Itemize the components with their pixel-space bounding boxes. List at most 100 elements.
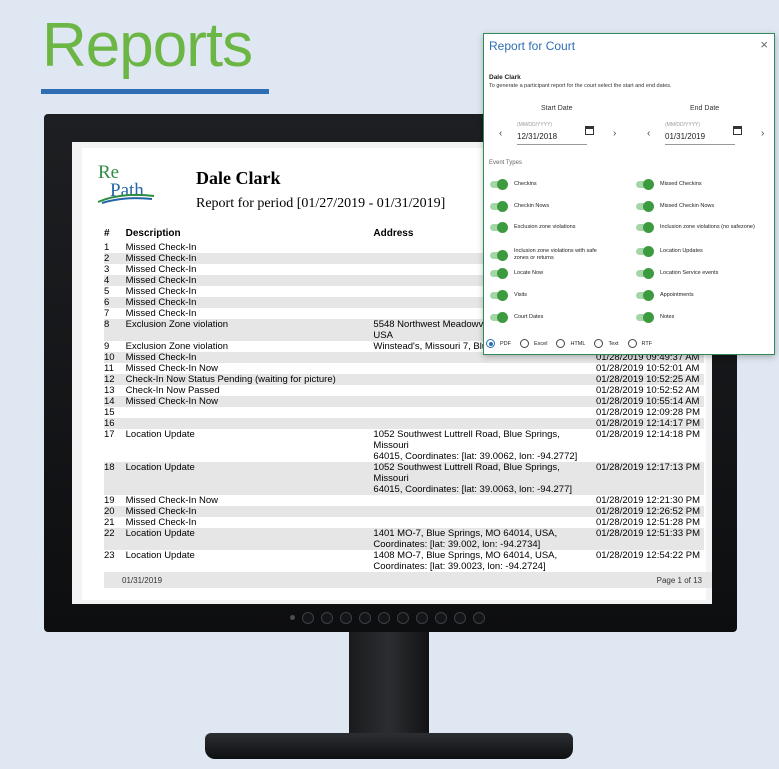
- table-cell-num: 6: [104, 297, 126, 308]
- event-type-toggle-row: Checkin Nows: [490, 201, 610, 212]
- monitor-button: [397, 612, 409, 624]
- table-cell-description: Missed Check-In Now: [125, 396, 374, 407]
- toggle-switch[interactable]: [636, 179, 654, 190]
- table-cell-datetime: 01/28/2019 12:26:52 PM: [595, 506, 704, 517]
- close-icon[interactable]: ×: [760, 37, 768, 52]
- toggle-label: Checkins: [514, 181, 537, 187]
- format-option-html[interactable]: HTML: [556, 339, 585, 348]
- table-cell-description: Location Update: [125, 550, 195, 561]
- table-cell-num: 11: [104, 363, 114, 374]
- end-date-prev-chevron-icon[interactable]: ‹: [647, 128, 650, 139]
- table-row: 12 Check-In Now Status Pending (waiting f…: [104, 374, 704, 385]
- toggle-switch[interactable]: [490, 290, 508, 301]
- table-cell-num: 9: [104, 341, 110, 352]
- event-type-toggle-row: Notes: [636, 312, 766, 323]
- event-type-toggle-row: Court Dates: [490, 312, 610, 323]
- report-participant-name: Dale Clark: [196, 168, 281, 188]
- table-cell-address: [373, 506, 596, 517]
- toggle-switch[interactable]: [636, 201, 654, 212]
- toggle-label: Inclusion zone violations with safe zone…: [514, 248, 597, 261]
- table-cell-datetime: 01/28/2019 10:55:14 AM: [595, 396, 704, 407]
- format-label: PDF: [500, 340, 511, 347]
- toggle-switch[interactable]: [636, 268, 654, 279]
- monitor-button: [435, 612, 447, 624]
- toggle-switch[interactable]: [490, 179, 508, 190]
- table-row: 20 Missed Check-In 01/28/2019 12:26:52 PM: [104, 506, 704, 517]
- event-type-toggle-row: Inclusion zone violations (no safezone): [636, 222, 766, 233]
- table-cell-description: Check-In Now Passed: [125, 385, 220, 396]
- format-label: RTF: [641, 340, 653, 347]
- toggle-switch[interactable]: [490, 268, 508, 279]
- format-radio-group: PDF Excel HTML Text RTF: [486, 339, 652, 348]
- format-option-pdf[interactable]: PDF: [486, 339, 511, 348]
- report-period: Report for period [01/27/2019 - 01/31/20…: [196, 196, 446, 211]
- toggle-switch[interactable]: [490, 312, 508, 323]
- table-cell-datetime: 01/28/2019 12:14:17 PM: [595, 418, 704, 429]
- start-date-prev-chevron-icon[interactable]: ‹: [499, 128, 502, 139]
- table-cell-num: 1: [104, 242, 110, 253]
- table-cell-num: 21: [104, 517, 115, 528]
- toggle-switch[interactable]: [636, 312, 654, 323]
- table-row: 14 Missed Check-In Now 01/28/2019 10:55:14…: [104, 396, 704, 407]
- start-date-input[interactable]: (MM/DD/YYYY) 12/31/2018: [517, 120, 587, 145]
- toggle-switch[interactable]: [490, 222, 508, 233]
- start-calendar-icon[interactable]: [585, 126, 594, 135]
- table-cell-datetime: 01/28/2019 12:09:28 PM: [595, 407, 700, 418]
- toggle-switch[interactable]: [490, 249, 508, 261]
- toggle-label: Visits: [514, 292, 528, 298]
- table-cell-num: 17: [104, 429, 115, 440]
- format-option-excel[interactable]: Excel: [520, 339, 547, 348]
- table-cell-description: Missed Check-In: [125, 517, 197, 528]
- radio-button[interactable]: [594, 339, 604, 348]
- footer-date: 01/31/2019: [122, 575, 163, 585]
- event-types-label: Event Types: [489, 160, 522, 166]
- logo-swoosh-icon: [97, 193, 155, 204]
- toggle-switch[interactable]: [636, 290, 654, 301]
- toggle-label: Checkin Nows: [514, 203, 550, 209]
- radio-button[interactable]: [556, 339, 566, 348]
- table-cell-description: Missed Check-In: [125, 253, 374, 264]
- toggle-switch[interactable]: [636, 246, 654, 257]
- footer-page-number: Page 1 of 13: [656, 575, 702, 585]
- table-cell-num: 22: [104, 528, 126, 550]
- table-cell-num: 5: [104, 286, 110, 297]
- table-cell-address: [373, 418, 596, 429]
- radio-button[interactable]: [627, 339, 637, 348]
- radio-button[interactable]: [520, 339, 529, 348]
- dialog-participant-name: Dale Clark: [489, 74, 521, 81]
- radio-button[interactable]: [486, 339, 495, 348]
- end-date-next-chevron-icon[interactable]: ›: [761, 128, 764, 139]
- table-cell-address: 1408 MO-7, Blue Springs, MO 64014, USA, …: [373, 550, 558, 572]
- table-cell-address: [373, 407, 596, 418]
- table-cell-address: 1052 Southwest Luttrell Road, Blue Sprin…: [373, 429, 578, 462]
- power-led-icon: [290, 615, 295, 620]
- toggle-switch[interactable]: [636, 222, 654, 233]
- table-cell-address: [373, 517, 596, 528]
- format-option-text[interactable]: Text: [594, 339, 619, 348]
- toggle-label: Missed Checkins: [660, 181, 702, 187]
- table-row: 15 01/28/2019 12:09:28 PM: [104, 407, 704, 418]
- table-cell-description: Exclusion Zone violation: [125, 319, 374, 341]
- table-cell-num: 10: [104, 352, 126, 363]
- dialog-instructions: To generate a participant report for the…: [489, 83, 672, 89]
- table-cell-address: [373, 374, 596, 385]
- table-row: 17 Location Update 1052 Southwest Luttrell…: [104, 429, 704, 462]
- format-option-rtf[interactable]: RTF: [627, 339, 653, 348]
- format-label: Excel: [534, 340, 548, 347]
- start-date-next-chevron-icon[interactable]: ›: [613, 128, 616, 139]
- table-cell-num: 12: [104, 374, 126, 385]
- table-row: 11 Missed Check-In Now 01/28/2019 10:52:01…: [104, 363, 704, 374]
- table-cell-description: Missed Check-In Now: [125, 363, 219, 374]
- event-type-toggle-row: Inclusion zone violations with safe zone…: [490, 248, 610, 262]
- table-cell-description: Location Update: [125, 462, 374, 495]
- format-label: HTML: [570, 340, 586, 347]
- table-cell-num: 19: [104, 495, 115, 506]
- monitor-button: [340, 612, 352, 624]
- table-cell-num: 15: [104, 407, 115, 418]
- end-calendar-icon[interactable]: [733, 126, 742, 135]
- table-cell-address: 1401 MO-7, Blue Springs, MO 64014, USA, …: [373, 528, 596, 550]
- toggle-switch[interactable]: [490, 201, 508, 212]
- end-date-input[interactable]: (MM/DD/YYYY) 01/31/2019: [665, 120, 735, 145]
- toggle-label: Exclusion zone violations: [514, 224, 576, 230]
- end-date-value: 01/31/2019: [665, 132, 706, 141]
